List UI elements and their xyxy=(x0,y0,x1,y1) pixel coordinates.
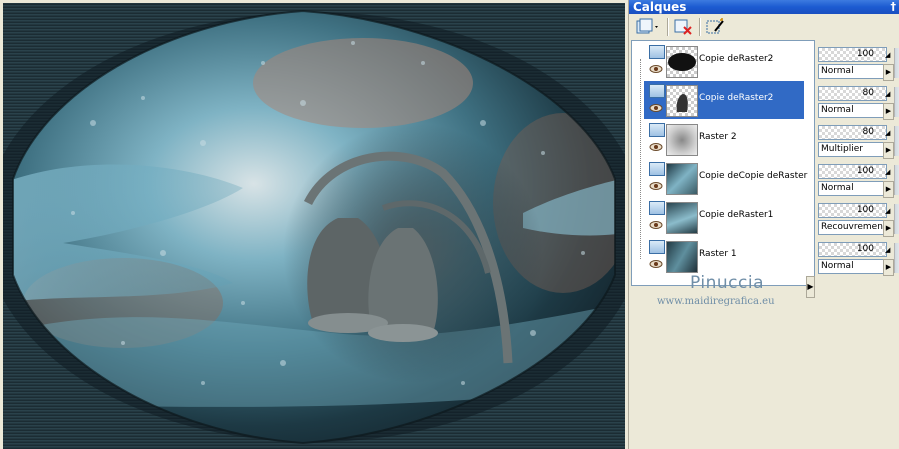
side-control[interactable] xyxy=(894,165,899,195)
eye-icon[interactable] xyxy=(649,142,663,152)
slider-arrow-icon[interactable]: ◢ xyxy=(885,207,890,215)
layer-group-icon[interactable] xyxy=(649,240,665,254)
image-canvas[interactable] xyxy=(3,3,625,449)
layer-name: Copie deRaster2 xyxy=(699,93,774,103)
panel-title: Calques xyxy=(633,0,687,14)
layer-group-icon[interactable] xyxy=(649,123,665,137)
opacity-value: 80 xyxy=(862,127,874,137)
eye-icon[interactable] xyxy=(649,220,663,230)
toolbar-separator xyxy=(667,18,669,36)
layer-name: Copie deRaster1 xyxy=(699,210,774,220)
blend-mode-select[interactable]: Normal xyxy=(818,64,886,79)
opacity-value: 80 xyxy=(862,88,874,98)
layer-row-selected[interactable]: Copie deRaster2 xyxy=(644,81,804,119)
eye-icon[interactable] xyxy=(649,103,663,113)
layer-thumbnail xyxy=(666,241,698,273)
layer-row[interactable]: Copie deCopie deRaster xyxy=(644,159,808,197)
dropdown-arrow-icon[interactable]: ▶ xyxy=(883,103,894,120)
slider-arrow-icon[interactable]: ◢ xyxy=(885,129,890,137)
layer-prop-row: 100 ◢ Normal ▶ xyxy=(815,239,899,277)
dropdown-arrow-icon[interactable]: ▶ xyxy=(883,142,894,159)
layer-thumbnail xyxy=(666,124,698,156)
layer-group-icon[interactable] xyxy=(649,45,665,59)
splitter-arrow-icon[interactable]: ▶ xyxy=(806,276,815,298)
layer-prop-row: 80 ◢ Multiplier ▶ xyxy=(815,122,899,160)
blend-mode-select[interactable]: Recouvrement xyxy=(818,220,886,235)
dropdown-arrow-icon[interactable]: ▶ xyxy=(883,220,894,237)
side-control[interactable] xyxy=(894,243,899,273)
layer-prop-row: 100 ◢ Recouvrement ▶ xyxy=(815,200,899,238)
tree-connector xyxy=(640,59,641,259)
layer-name: Copie deCopie deRaster xyxy=(699,171,808,181)
slider-arrow-icon[interactable]: ◢ xyxy=(885,246,890,254)
image-canvas-area xyxy=(0,0,628,449)
opacity-value: 100 xyxy=(856,49,874,59)
blend-mode-select[interactable]: Normal xyxy=(818,259,886,274)
side-control[interactable] xyxy=(894,126,899,156)
opacity-slider[interactable]: 100 xyxy=(818,47,887,62)
layer-name: Copie deRaster2 xyxy=(699,54,774,64)
layers-toolbar xyxy=(629,14,899,40)
layer-row[interactable]: Raster 2 xyxy=(644,120,804,158)
layer-row[interactable]: Copie deRaster2 xyxy=(644,42,804,80)
opacity-slider[interactable]: 100 xyxy=(818,203,887,218)
artwork xyxy=(3,9,625,445)
edit-layer-icon[interactable] xyxy=(705,17,727,37)
blend-mode-select[interactable]: Normal xyxy=(818,181,886,196)
layer-prop-row: 80 ◢ Normal ▶ xyxy=(815,83,899,121)
opacity-slider[interactable]: 80 xyxy=(818,86,887,101)
dropdown-arrow-icon[interactable]: ▶ xyxy=(883,181,894,198)
layer-thumbnail xyxy=(666,202,698,234)
opacity-slider[interactable]: 100 xyxy=(818,164,887,179)
signature-url: www.maidiregrafica.eu xyxy=(657,296,775,307)
layer-thumbnail xyxy=(666,163,698,195)
layer-group-icon[interactable] xyxy=(649,84,665,98)
layer-row[interactable]: Copie deRaster1 xyxy=(644,198,804,236)
layer-list: Copie deRaster2 Copie deRaster2 Raster 2… xyxy=(631,40,815,286)
blend-mode-select[interactable]: Multiplier xyxy=(818,142,886,157)
layer-name: Raster 1 xyxy=(699,249,737,259)
layer-prop-row: 100 ◢ Normal ▶ xyxy=(815,161,899,199)
eye-icon[interactable] xyxy=(649,64,663,74)
eye-icon[interactable] xyxy=(649,259,663,269)
layer-thumbnail xyxy=(666,46,698,78)
layer-prop-row: 100 ◢ Normal ▶ xyxy=(815,44,899,82)
pin-icon[interactable]: † xyxy=(891,0,897,14)
dropdown-arrow-icon[interactable]: ▶ xyxy=(883,259,894,276)
signature-title: Pinuccia xyxy=(690,273,764,293)
layer-name: Raster 2 xyxy=(699,132,737,142)
layer-properties: 100 ◢ Normal ▶ 80 ◢ Normal ▶ 80 ◢ Multip… xyxy=(815,40,899,449)
blend-mode-select[interactable]: Normal xyxy=(818,103,886,118)
layer-group-icon[interactable] xyxy=(649,201,665,215)
opacity-slider[interactable]: 100 xyxy=(818,242,887,257)
slider-arrow-icon[interactable]: ◢ xyxy=(885,90,890,98)
delete-layer-icon[interactable] xyxy=(673,17,695,37)
layer-thumbnail xyxy=(666,85,698,117)
slider-arrow-icon[interactable]: ◢ xyxy=(885,168,890,176)
side-control[interactable] xyxy=(894,48,899,78)
layer-group-icon[interactable] xyxy=(649,162,665,176)
layer-row[interactable]: Raster 1 xyxy=(644,237,804,275)
opacity-value: 100 xyxy=(856,205,874,215)
new-layer-icon[interactable] xyxy=(635,17,658,37)
side-control[interactable] xyxy=(894,87,899,117)
opacity-value: 100 xyxy=(856,166,874,176)
toolbar-separator xyxy=(699,18,701,36)
opacity-slider[interactable]: 80 xyxy=(818,125,887,140)
slider-arrow-icon[interactable]: ◢ xyxy=(885,51,890,59)
opacity-value: 100 xyxy=(856,244,874,254)
side-control[interactable] xyxy=(894,204,899,234)
eye-icon[interactable] xyxy=(649,181,663,191)
dropdown-arrow-icon[interactable]: ▶ xyxy=(883,64,894,81)
panel-title-bar[interactable]: Calques † xyxy=(629,0,899,14)
